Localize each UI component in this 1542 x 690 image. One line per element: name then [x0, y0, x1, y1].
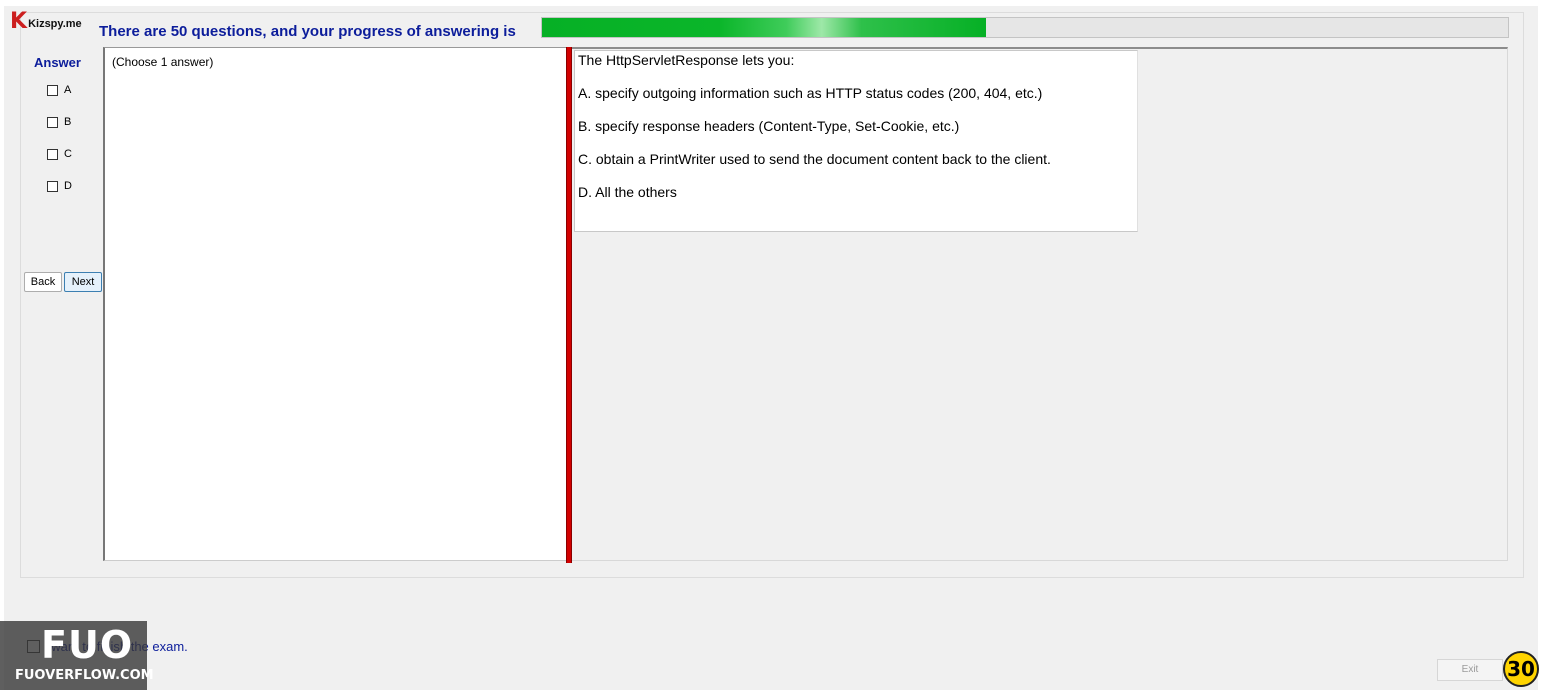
- checkbox-b[interactable]: [47, 116, 58, 128]
- question-choice-c: C. obtain a PrintWriter used to send the…: [578, 151, 1051, 167]
- logo: K Kizspy.me: [10, 10, 82, 34]
- next-button[interactable]: Next: [64, 272, 102, 292]
- watermark-logo: FUO: [41, 623, 134, 667]
- answer-option-d[interactable]: D: [47, 180, 72, 192]
- logo-text: Kizspy.me: [28, 18, 82, 30]
- progress-bar-fill: [542, 18, 987, 37]
- checkbox-a[interactable]: [47, 84, 58, 96]
- logo-icon: K: [10, 9, 28, 34]
- question-choice-a: A. specify outgoing information such as …: [578, 85, 1043, 101]
- exit-button[interactable]: Exit: [1437, 659, 1503, 681]
- question-stem: The HttpServletResponse lets you:: [578, 52, 795, 68]
- question-choice-d: D. All the others: [578, 184, 677, 200]
- checkbox-d[interactable]: [47, 180, 58, 192]
- timer-badge: 30: [1503, 651, 1539, 687]
- question-box: The HttpServletResponse lets you: A. spe…: [574, 50, 1138, 232]
- progress-caption: There are 50 questions, and your progres…: [99, 23, 516, 40]
- watermark: FUO FUOVERFLOW.COM: [0, 621, 154, 690]
- back-button[interactable]: Back: [24, 272, 62, 292]
- answer-option-label: D: [64, 180, 72, 192]
- answer-option-c[interactable]: C: [47, 148, 72, 160]
- progress-bar: [541, 17, 1509, 38]
- checkbox-c[interactable]: [47, 148, 58, 160]
- question-choice-b: B. specify response headers (Content-Typ…: [578, 118, 960, 134]
- answer-option-label: A: [64, 84, 72, 96]
- answer-option-a[interactable]: A: [47, 84, 71, 96]
- answer-option-label: B: [64, 116, 72, 128]
- left-answer-panel: (Choose 1 answer): [103, 47, 566, 561]
- watermark-text: FUOVERFLOW.COM: [15, 668, 154, 683]
- answer-title: Answer: [34, 55, 81, 70]
- answer-option-b[interactable]: B: [47, 116, 71, 128]
- choose-instruction: (Choose 1 answer): [112, 55, 214, 69]
- answer-option-label: C: [64, 148, 72, 160]
